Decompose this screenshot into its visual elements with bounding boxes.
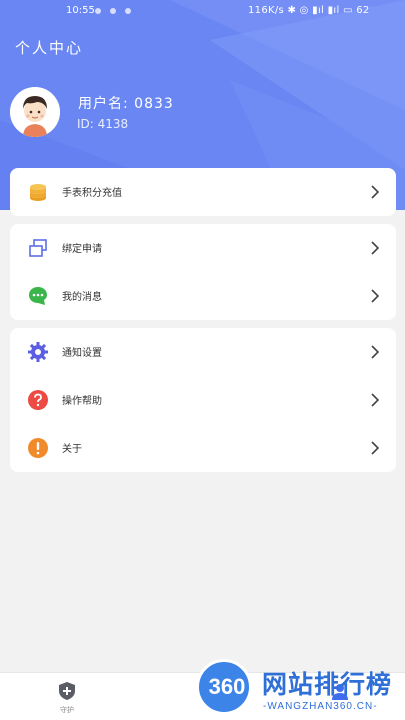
settings-card: 通知设置 操作帮助 关于 [10,328,396,472]
coin-stack-icon [30,184,46,201]
menu-item-recharge[interactable]: 手表积分充值 [10,168,396,216]
menu-item-notification-settings[interactable]: 通知设置 [10,328,396,376]
chevron-right-icon [371,289,380,303]
exclamation-icon [28,438,48,458]
status-time: 10:55 [66,5,95,16]
watermark-badge-number: 360 [208,674,246,699]
gear-icon [28,342,48,362]
notification-dots [95,6,140,17]
chevron-right-icon [371,185,380,199]
chevron-right-icon [371,345,380,359]
tab-label: 守护 [60,706,74,714]
binding-card: 绑定申请 我的消息 [10,224,396,320]
menu-item-about[interactable]: 关于 [10,424,396,472]
menu-item-label: 我的消息 [62,292,102,303]
chevron-right-icon [371,241,380,255]
bind-squares-icon [29,239,47,257]
menu-item-label: 操作帮助 [62,396,102,407]
tab-guard[interactable]: 守护 [37,673,97,720]
avatar[interactable] [10,87,60,137]
menu-item-label: 绑定申请 [62,244,102,255]
user-id: ID: 4138 [77,117,129,131]
page-title: 个人中心 [15,39,84,57]
menu-item-label: 通知设置 [62,348,102,359]
watermark-subtitle: -WANGZHAN360.CN- [263,701,378,712]
chat-bubble-icon [29,287,47,305]
menu-item-bind-request[interactable]: 绑定申请 [10,224,396,272]
menu-item-label: 关于 [62,444,82,455]
username: 用户名: 0833 [78,96,174,112]
watermark: 360 网站排行榜 -WANGZHAN360.CN- [190,655,405,720]
menu-item-help[interactable]: 操作帮助 [10,376,396,424]
shield-plus-icon [59,682,75,700]
points-card: 手表积分充值 [10,168,396,216]
watermark-title: 网站排行榜 [262,670,393,699]
avatar-boy-icon [10,87,60,137]
chevron-right-icon [371,393,380,407]
status-bar: 10:55 116K/s ✱ ◎ ▮ıl ▮ıl ▭ 62 [0,0,405,22]
menu-item-my-messages[interactable]: 我的消息 [10,272,396,320]
menu-item-label: 手表积分充值 [62,188,122,199]
chevron-right-icon [371,441,380,455]
question-icon [28,390,48,410]
status-indicators: 116K/s ✱ ◎ ▮ıl ▮ıl ▭ 62 [248,5,370,16]
